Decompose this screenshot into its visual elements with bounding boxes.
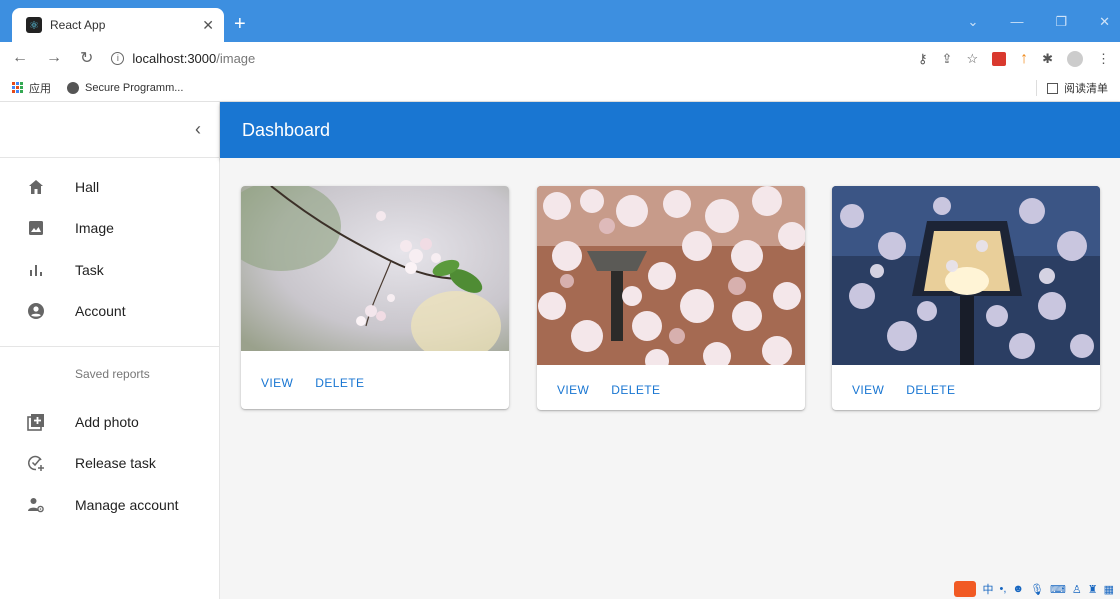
image-card: VIEW DELETE	[832, 186, 1100, 410]
browser-tab-bar: ⚛ React App ✕ + ⌄ — ❐ ✕	[0, 0, 1120, 42]
user-icon[interactable]: ♙	[1072, 583, 1082, 596]
sidebar-item-manage-account[interactable]: Manage account	[0, 484, 219, 526]
bookmark-secure-programming[interactable]: Secure Programm...	[67, 81, 184, 94]
saved-reports-header: Saved reports	[75, 367, 150, 381]
view-button[interactable]: VIEW	[549, 377, 597, 403]
main-content: VIEW DELETE VIEW DELETE VIEW DELETE	[220, 158, 1120, 599]
card-image	[537, 186, 805, 373]
image-icon	[26, 218, 46, 238]
sidebar-item-task[interactable]: Task	[0, 249, 219, 291]
emoji-icon[interactable]: ☻	[1012, 583, 1024, 595]
delete-button[interactable]: DELETE	[898, 377, 963, 403]
card-actions: VIEW DELETE	[537, 370, 805, 410]
sidebar-item-release-task[interactable]: Release task	[0, 443, 219, 485]
sidebar-collapse-button[interactable]: ‹	[0, 102, 219, 158]
page-title: Dashboard	[242, 119, 331, 140]
account-circle-icon	[26, 301, 46, 321]
main-nav: Hall Image Task Account	[0, 158, 219, 340]
saved-nav: Add photo Release task Manage account	[0, 401, 219, 534]
tab-search-icon[interactable]: ⌄	[968, 14, 979, 30]
star-icon[interactable]: ☆	[966, 51, 978, 67]
tab-title: React App	[50, 18, 106, 32]
sidebar: ‹ Hall Image Task Account Saved reports …	[0, 102, 220, 599]
close-tab-icon[interactable]: ✕	[202, 17, 214, 34]
card-actions: VIEW DELETE	[832, 370, 1100, 410]
bookmark-apps[interactable]: 应用	[12, 80, 51, 96]
release-task-icon	[26, 453, 46, 473]
sogou-logo-icon[interactable]	[954, 581, 977, 597]
bookmark-label: Secure Programm...	[85, 81, 184, 94]
back-icon[interactable]: ←	[12, 49, 28, 67]
app-bar: Dashboard	[220, 102, 1120, 158]
card-image	[241, 186, 509, 361]
globe-icon	[67, 81, 79, 94]
view-button[interactable]: VIEW	[253, 370, 301, 396]
image-card: VIEW DELETE	[241, 186, 509, 409]
image-card: VIEW DELETE	[537, 186, 805, 410]
sidebar-item-label: Task	[75, 261, 104, 278]
bookmark-label: 应用	[29, 82, 51, 95]
extension-icons: ⚷ ⇪ ☆ ↑ ✱ ⋮	[918, 50, 1110, 68]
sidebar-item-label: Hall	[75, 178, 100, 195]
share-icon[interactable]: ⇪	[942, 51, 953, 67]
reading-list[interactable]: 阅读清单	[1036, 80, 1108, 96]
sidebar-item-account[interactable]: Account	[0, 291, 219, 333]
extension-arrow-icon[interactable]: ↑	[1020, 50, 1028, 68]
skin-icon[interactable]: ♜	[1088, 583, 1098, 596]
sidebar-item-label: Manage account	[75, 496, 179, 513]
reading-list-icon	[1047, 82, 1058, 94]
add-photo-icon	[26, 412, 46, 432]
bar-chart-icon	[26, 260, 46, 280]
url-path: /image	[216, 50, 256, 66]
react-logo-icon: ⚛	[26, 17, 42, 33]
manage-account-icon	[26, 495, 46, 515]
ime-toolbar: 中 •, ☻ 🎙 ⌨ ♙ ♜ ▦	[954, 581, 1114, 597]
home-icon	[26, 177, 46, 197]
window-controls: ⌄ — ❐ ✕	[968, 14, 1110, 30]
sidebar-item-label: Account	[75, 303, 126, 320]
sidebar-item-hall[interactable]: Hall	[0, 166, 219, 208]
restore-icon[interactable]: ❐	[1055, 14, 1067, 30]
card-actions: VIEW DELETE	[241, 356, 509, 409]
delete-button[interactable]: DELETE	[603, 377, 668, 403]
punctuation-icon[interactable]: •,	[999, 583, 1006, 595]
sidebar-item-image[interactable]: Image	[0, 208, 219, 250]
delete-button[interactable]: DELETE	[307, 370, 372, 396]
url-field[interactable]: i localhost:3000/image	[111, 51, 255, 66]
browser-tab[interactable]: ⚛ React App ✕	[12, 8, 224, 42]
minimize-icon[interactable]: —	[1010, 14, 1023, 30]
keyboard-icon[interactable]: ⌨	[1050, 583, 1066, 596]
mic-icon[interactable]: 🎙	[1030, 583, 1044, 596]
extension-red-icon[interactable]	[992, 52, 1007, 66]
menu-icon[interactable]: ⋮	[1097, 51, 1110, 67]
reading-list-label: 阅读清单	[1064, 83, 1108, 95]
card-image	[832, 186, 1100, 365]
chevron-left-icon[interactable]: ‹	[195, 119, 201, 140]
profile-icon[interactable]	[1067, 51, 1083, 67]
site-info-icon[interactable]: i	[111, 51, 125, 65]
sidebar-item-label: Image	[75, 220, 114, 237]
puzzle-icon[interactable]: ✱	[1042, 51, 1053, 67]
new-tab-icon[interactable]: +	[234, 14, 246, 34]
sidebar-item-add-photo[interactable]: Add photo	[0, 401, 219, 443]
sidebar-item-label: Release task	[75, 455, 156, 472]
apps-grid-icon	[12, 82, 23, 93]
grid-icon[interactable]: ▦	[1104, 583, 1114, 596]
forward-icon[interactable]: →	[46, 49, 62, 67]
close-window-icon[interactable]: ✕	[1099, 14, 1110, 30]
sidebar-item-label: Add photo	[75, 413, 139, 430]
view-button[interactable]: VIEW	[844, 377, 892, 403]
ime-chinese-mode[interactable]: 中	[982, 581, 993, 597]
reload-icon[interactable]: ↻	[80, 48, 93, 68]
bookmarks-bar: 应用 Secure Programm... 阅读清单	[0, 74, 1120, 102]
address-bar: ← → ↻ i localhost:3000/image ⚷ ⇪ ☆ ↑ ✱ ⋮	[0, 42, 1120, 74]
key-icon[interactable]: ⚷	[918, 51, 928, 67]
url-host: localhost:3000	[132, 50, 217, 66]
